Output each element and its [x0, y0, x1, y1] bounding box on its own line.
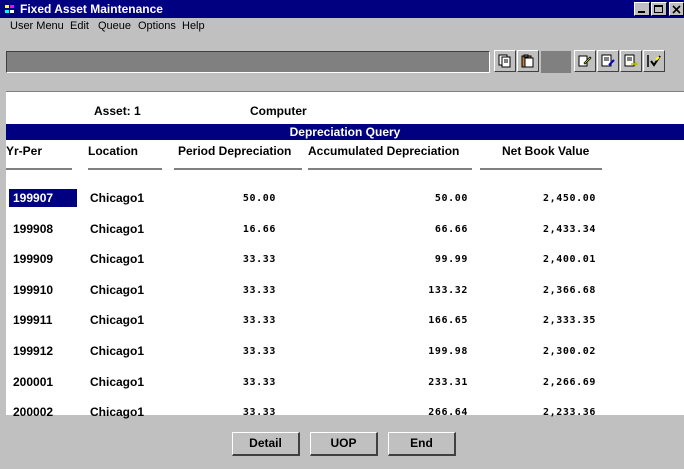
column-divider	[480, 168, 602, 170]
cell-yr-per: 199909	[13, 252, 54, 266]
minimize-icon	[638, 11, 645, 13]
menu-user-menu[interactable]: User Menu	[10, 20, 64, 32]
query-button[interactable]	[574, 50, 596, 72]
export-document-icon	[624, 54, 638, 67]
cell-net-book-value: 2,433.34	[543, 224, 596, 235]
close-icon	[672, 5, 681, 14]
table-row[interactable]: 200001 Chicago1 33.33 233.31 2,266.69	[6, 373, 684, 391]
checkmark-button[interactable]	[643, 50, 665, 72]
window-title: Fixed Asset Maintenance	[20, 2, 163, 16]
column-header-location: Location	[88, 144, 138, 158]
cell-accumulated-depreciation: 233.31	[428, 377, 468, 388]
cell-accumulated-depreciation: 50.00	[434, 193, 468, 204]
cell-location: Chicago1	[90, 313, 145, 327]
cell-net-book-value: 2,333.35	[543, 315, 596, 326]
cell-yr-per: 199911	[13, 313, 53, 327]
column-divider	[308, 168, 472, 170]
cell-period-depreciation: 33.33	[242, 285, 276, 296]
toolbar-separator	[541, 51, 571, 73]
menu-queue[interactable]: Queue	[98, 20, 131, 32]
cell-accumulated-depreciation: 66.66	[434, 224, 468, 235]
cell-accumulated-depreciation: 133.32	[428, 285, 468, 296]
button-bar: Detail UOP End	[0, 416, 684, 469]
cell-location: Chicago1	[90, 375, 145, 389]
cell-location: Chicago1	[90, 222, 145, 236]
export-document-button[interactable]	[620, 50, 642, 72]
detail-button[interactable]: Detail	[232, 432, 300, 456]
title-bar: Fixed Asset Maintenance	[0, 0, 684, 18]
table-row[interactable]: 199912 Chicago1 33.33 199.98 2,300.02	[6, 342, 684, 360]
cell-accumulated-depreciation: 166.65	[428, 315, 468, 326]
toolbar-status-field	[6, 51, 490, 73]
minimize-button[interactable]	[634, 2, 650, 16]
fixed-asset-window: Fixed Asset Maintenance User Menu Edit Q…	[0, 0, 684, 469]
column-header-net-book-value: Net Book Value	[502, 144, 590, 158]
menu-bar: User Menu Edit Queue Options Help	[0, 18, 684, 36]
app-icon	[5, 5, 14, 13]
maximize-button[interactable]	[651, 2, 667, 16]
cell-net-book-value: 2,366.68	[543, 285, 596, 296]
paste-button[interactable]	[517, 50, 539, 72]
cell-net-book-value: 2,450.00	[543, 193, 596, 204]
column-divider	[88, 168, 162, 170]
cell-period-depreciation: 33.33	[242, 346, 276, 357]
toolbar	[6, 37, 684, 85]
cell-period-depreciation: 33.33	[242, 254, 276, 265]
cell-period-depreciation: 50.00	[242, 193, 276, 204]
cell-yr-per: 199907	[13, 191, 54, 205]
copy-icon	[498, 54, 511, 68]
cell-yr-per: 199912	[13, 344, 54, 358]
menu-help[interactable]: Help	[182, 20, 205, 32]
cell-yr-per: 200001	[13, 375, 54, 389]
paste-icon	[521, 54, 534, 68]
copy-button[interactable]	[494, 50, 516, 72]
depreciation-query-banner: Depreciation Query	[6, 124, 684, 140]
edit-document-icon	[601, 54, 615, 67]
uop-button[interactable]: UOP	[310, 432, 378, 456]
end-button[interactable]: End	[388, 432, 456, 456]
table-row[interactable]: 199907 Chicago1 50.00 50.00 2,450.00	[6, 189, 684, 207]
column-header-yr-per: Yr-Per	[6, 144, 43, 158]
table-row[interactable]: 199908 Chicago1 16.66 66.66 2,433.34	[6, 220, 684, 238]
query-icon	[578, 55, 592, 67]
cell-location: Chicago1	[90, 191, 145, 205]
asset-number-label: Asset: 1	[94, 104, 141, 118]
cell-net-book-value: 2,300.02	[543, 346, 596, 357]
cell-location: Chicago1	[90, 344, 145, 358]
close-button[interactable]	[669, 2, 684, 16]
maximize-icon	[654, 5, 663, 13]
menu-edit[interactable]: Edit	[70, 20, 89, 32]
cell-location: Chicago1	[90, 252, 145, 266]
cell-period-depreciation: 33.33	[242, 315, 276, 326]
cell-yr-per: 199908	[13, 222, 54, 236]
table-row[interactable]: 199909 Chicago1 33.33 99.99 2,400.01	[6, 250, 684, 268]
edit-document-button[interactable]	[597, 50, 619, 72]
checkmark-pencil-icon	[647, 55, 661, 67]
column-divider	[6, 168, 72, 170]
cell-accumulated-depreciation: 99.99	[434, 254, 468, 265]
column-divider	[174, 168, 302, 170]
column-header-accumulated-depreciation: Accumulated Depreciation	[308, 144, 460, 158]
menu-options[interactable]: Options	[138, 20, 176, 32]
cell-location: Chicago1	[90, 283, 145, 297]
cell-period-depreciation: 33.33	[242, 377, 276, 388]
table-row[interactable]: 199910 Chicago1 33.33 133.32 2,366.68	[6, 281, 684, 299]
cell-period-depreciation: 16.66	[242, 224, 276, 235]
cell-net-book-value: 2,400.01	[543, 254, 596, 265]
cell-net-book-value: 2,266.69	[543, 377, 596, 388]
cell-accumulated-depreciation: 199.98	[428, 346, 468, 357]
table-row[interactable]: 199911 Chicago1 33.33 166.65 2,333.35	[6, 311, 684, 329]
depreciation-panel: Asset: 1 Computer Depreciation Query Yr-…	[6, 91, 684, 419]
column-header-period-depreciation: Period Depreciation	[178, 144, 292, 158]
asset-description: Computer	[250, 104, 307, 118]
cell-yr-per: 199910	[13, 283, 54, 297]
